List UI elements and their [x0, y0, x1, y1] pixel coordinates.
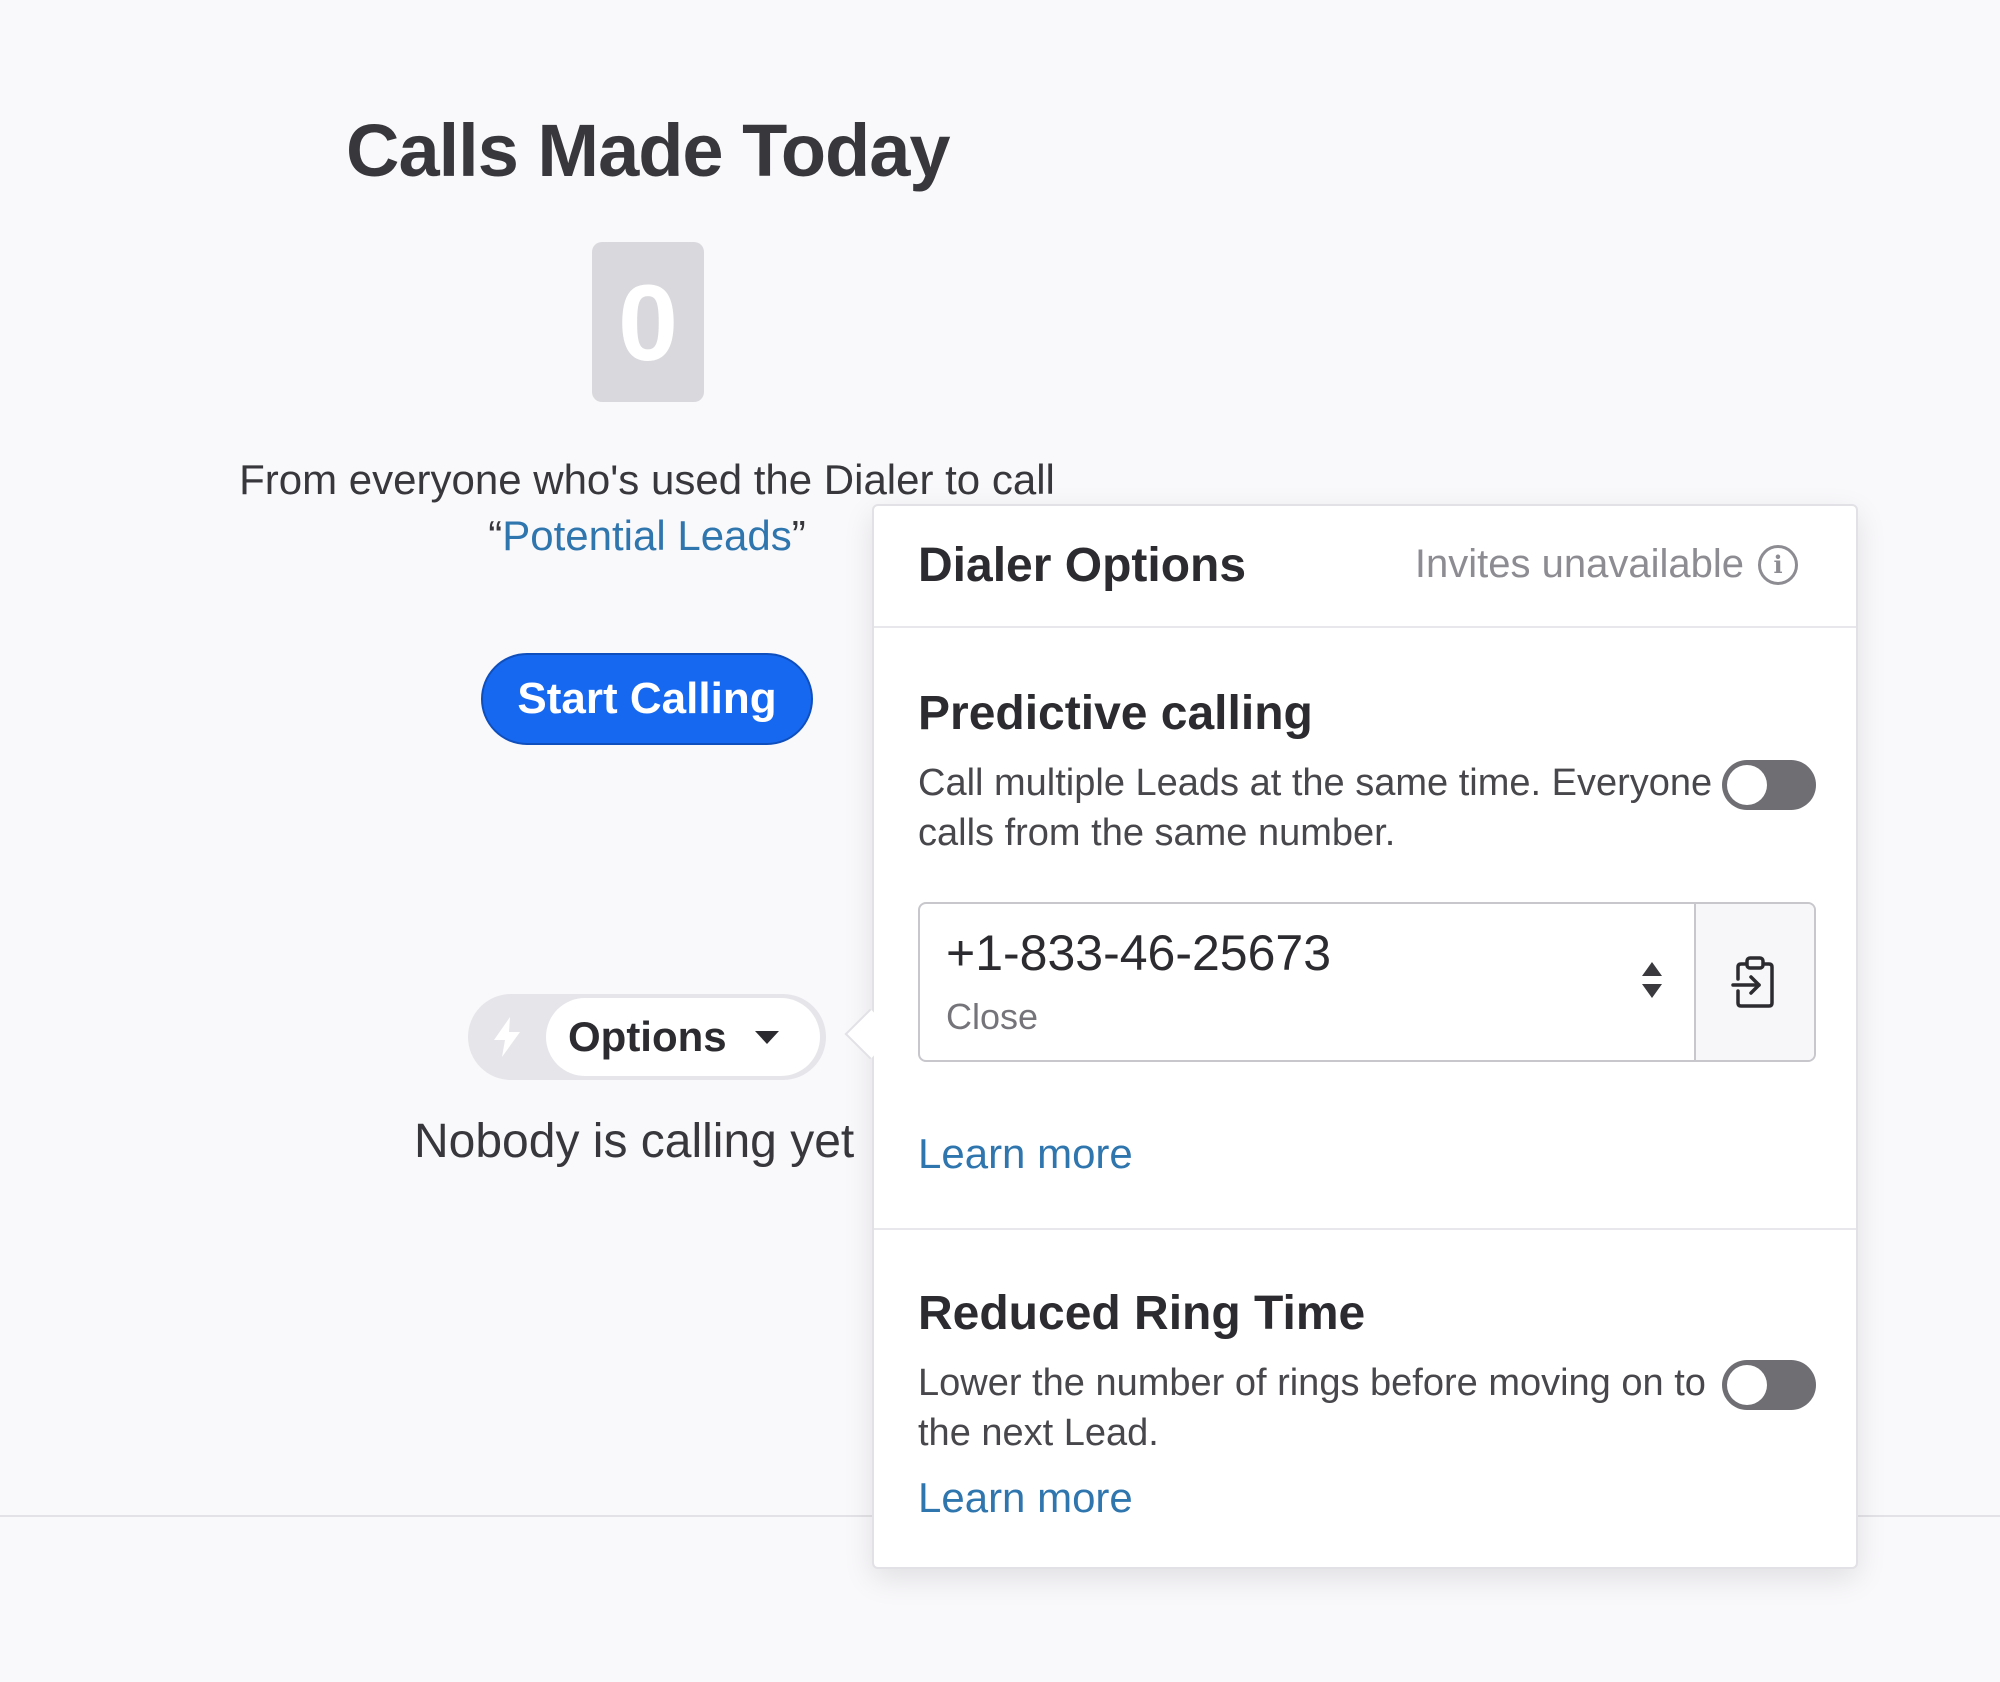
- calls-description-text: From everyone who's used the Dialer to c…: [239, 456, 1055, 503]
- caller-number-field: +1-833-46-25673 Close: [918, 902, 1816, 1062]
- reduced-ring-heading: Reduced Ring Time: [918, 1287, 1366, 1340]
- quote-open: “: [488, 512, 503, 559]
- paste-into-icon: [1731, 956, 1774, 1008]
- predictive-learn-more-link[interactable]: Learn more: [918, 1130, 1133, 1178]
- dialer-options-popover: Dialer Options Invites unavailable i Pre…: [872, 504, 1858, 1569]
- predictive-calling-heading: Predictive calling: [918, 687, 1313, 740]
- reduced-ring-description: Lower the number of rings before moving …: [918, 1362, 1706, 1454]
- popover-title: Dialer Options: [918, 539, 1247, 592]
- section-divider: [874, 1228, 1856, 1230]
- predictive-calling-toggle[interactable]: [1722, 760, 1816, 810]
- page-title: Calls Made Today: [346, 109, 951, 192]
- calling-status: Nobody is calling yet: [414, 1115, 855, 1168]
- smart-view-link[interactable]: Potential Leads: [502, 512, 792, 559]
- caller-number-label: Close: [946, 996, 1039, 1037]
- caret-down-icon: [754, 1030, 779, 1044]
- bolt-icon: [468, 994, 546, 1080]
- invites-status-label: Invites unavailable: [1414, 542, 1744, 586]
- caller-number-select[interactable]: +1-833-46-25673 Close: [920, 904, 1696, 1060]
- options-dropdown-button[interactable]: Options: [546, 998, 820, 1076]
- invites-status: Invites unavailable i: [1415, 542, 1798, 587]
- calls-count: 0: [592, 242, 704, 402]
- reduced-ring-learn-more-link[interactable]: Learn more: [918, 1474, 1133, 1522]
- popover-header: Dialer Options Invites unavailable i: [874, 506, 1856, 628]
- info-icon[interactable]: i: [1758, 544, 1798, 585]
- options-label: Options: [568, 1013, 727, 1060]
- toggle-knob: [1727, 765, 1767, 805]
- paste-into-button[interactable]: [1696, 904, 1814, 1060]
- start-calling-button[interactable]: Start Calling: [481, 653, 813, 745]
- stepper-icon: [1642, 962, 1662, 1002]
- reduced-ring-toggle[interactable]: [1722, 1360, 1816, 1410]
- caller-number-value: +1-833-46-25673: [946, 925, 1332, 981]
- toggle-knob: [1727, 1365, 1767, 1405]
- quote-close: ”: [791, 512, 806, 559]
- options-control: Options: [468, 994, 826, 1080]
- predictive-calling-description: Call multiple Leads at the same time. Ev…: [918, 762, 1713, 854]
